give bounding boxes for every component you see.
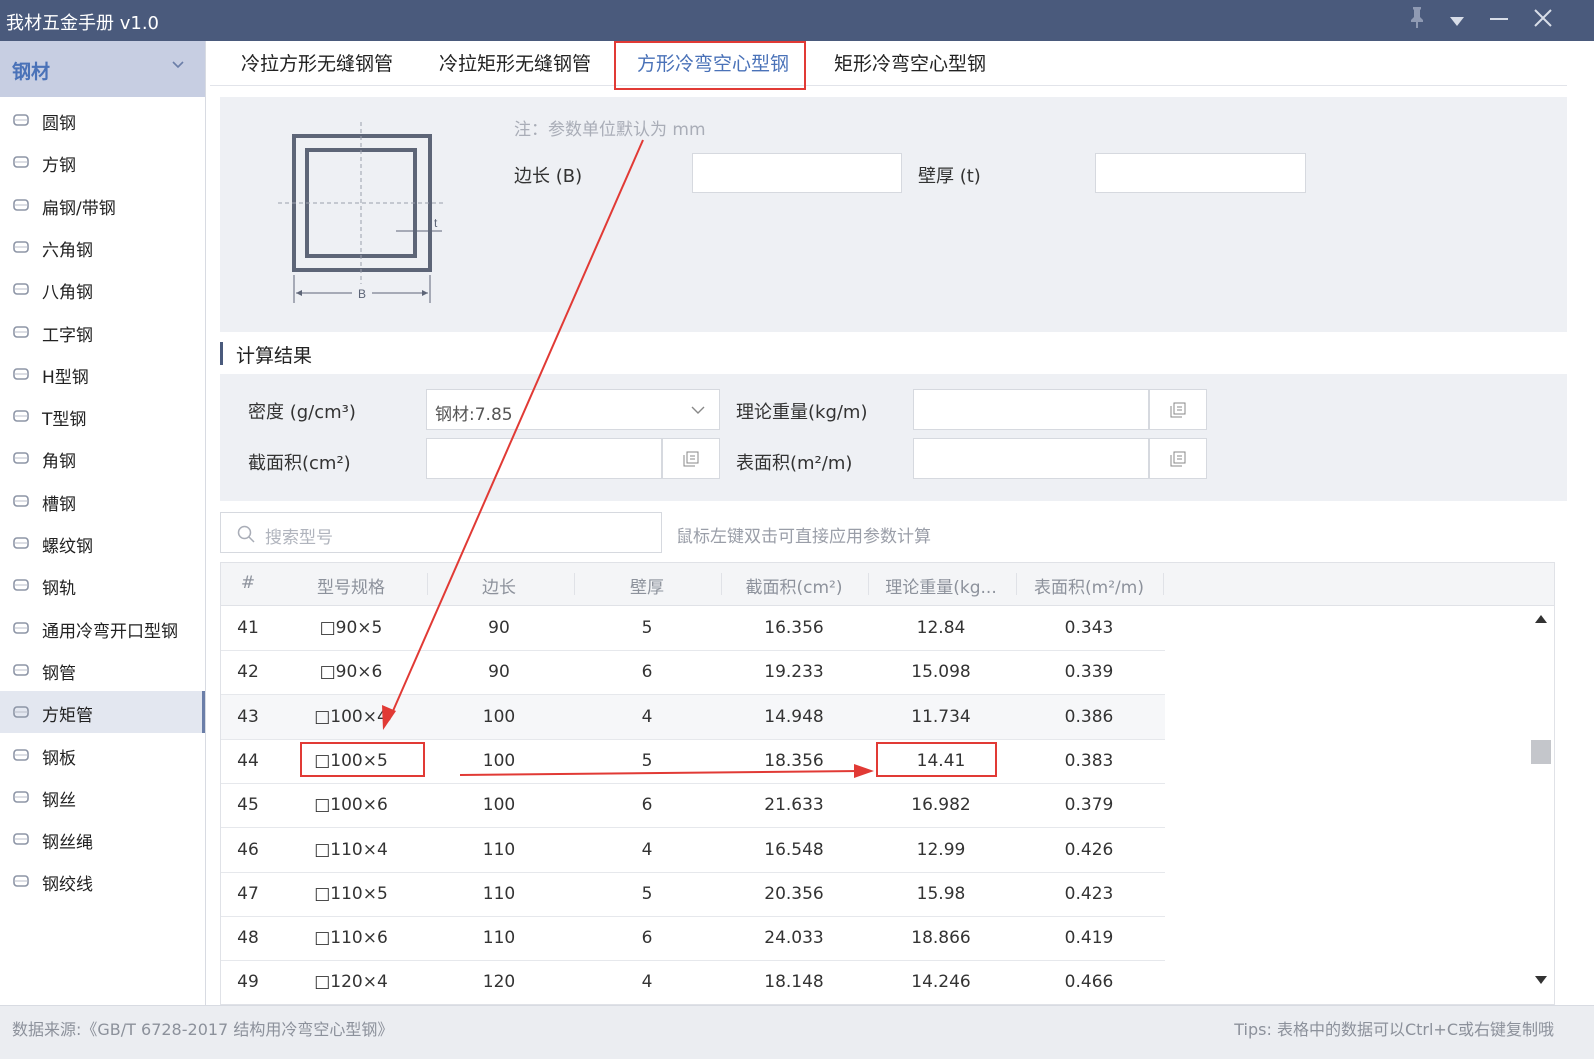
data-source-text: 数据来源:《GB/T 6728-2017 结构用冷弯空心型钢》 xyxy=(12,1020,394,1039)
tips-text: Tips: 表格中的数据可以Ctrl+C或右键复制哦 xyxy=(1234,1020,1554,1039)
arrow-tab-to-row xyxy=(388,139,644,721)
status-bar: 数据来源:《GB/T 6728-2017 结构用冷弯空心型钢》 Tips: 表格… xyxy=(0,1005,1594,1059)
annotation-arrows xyxy=(382,139,874,778)
arrow-row-to-weight xyxy=(459,770,861,776)
arrow-head-icon xyxy=(854,764,874,778)
